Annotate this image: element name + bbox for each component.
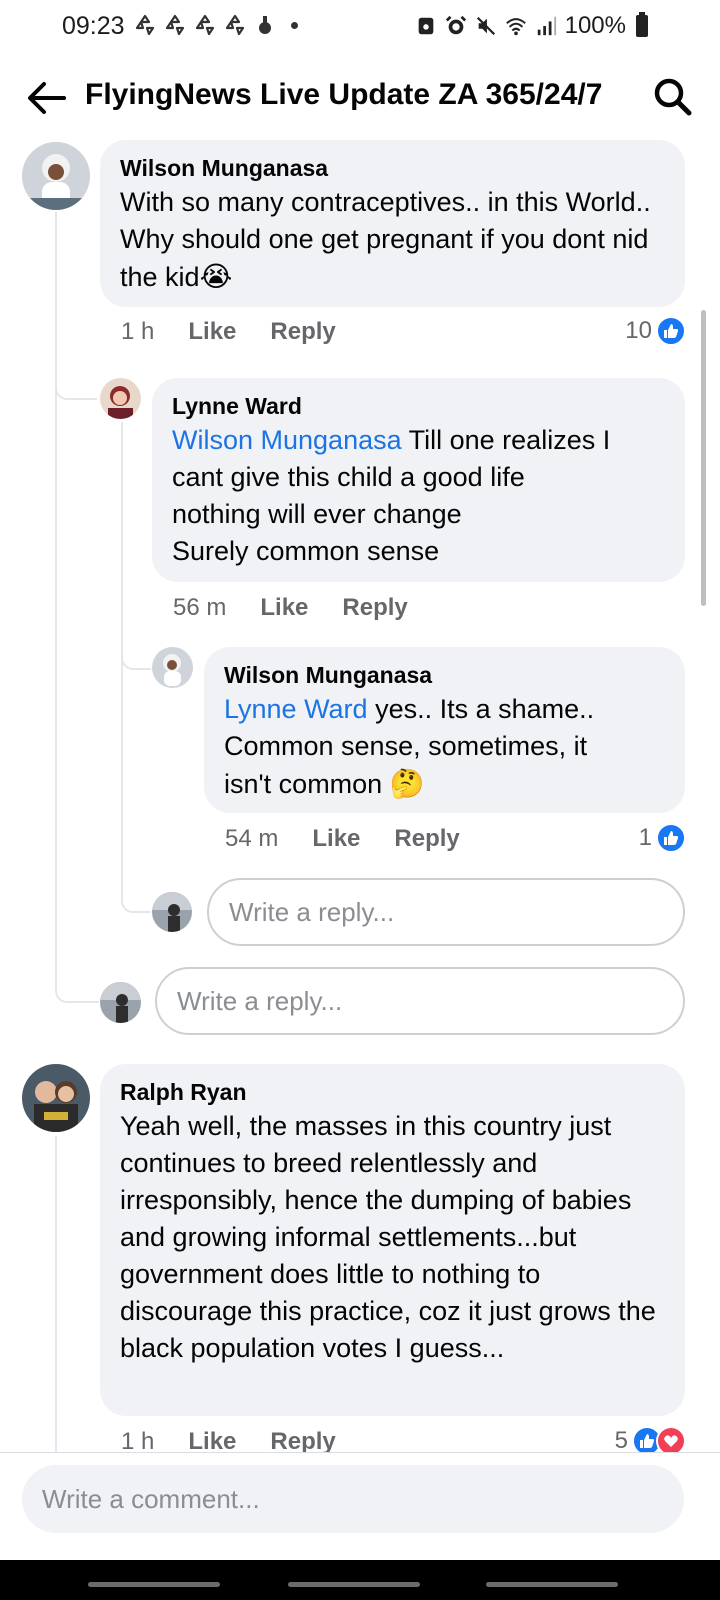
comment-text: With so many contraceptives.. in this Wo… — [120, 187, 651, 292]
status-bar: 09:23 100% — [0, 0, 720, 54]
reaction-count[interactable]: 1 — [639, 823, 686, 853]
comment-composer-bar: Write a comment... — [0, 1452, 720, 1560]
comment-author[interactable]: Wilson Munganasa — [224, 661, 665, 689]
comment-bubble: Wilson Munganasa Lynne Ward yes.. Its a … — [204, 647, 685, 813]
comment-time[interactable]: 56 m — [173, 594, 226, 622]
reply-placeholder: Write a reply... — [177, 985, 343, 1016]
comment-actions: 56 m Like Reply — [173, 594, 408, 622]
battery-icon — [636, 12, 648, 37]
reaction-number: 1 — [638, 824, 652, 851]
avatar[interactable] — [22, 142, 90, 210]
baby-photo-icon — [22, 142, 90, 210]
thumbs-up-icon — [656, 316, 686, 346]
comment-bubble: Lynne Ward Wilson Munganasa Till one rea… — [152, 378, 685, 582]
search-icon[interactable] — [652, 76, 692, 116]
comment-text: Wilson Munganasa Till one realizes I can… — [172, 425, 611, 566]
comment-time[interactable]: 54 m — [225, 825, 278, 853]
like-button[interactable]: Like — [188, 318, 236, 346]
heart-icon — [656, 1426, 686, 1452]
reaction-count[interactable]: 5 — [615, 1426, 686, 1452]
like-button[interactable]: Like — [260, 594, 308, 622]
back-arrow-icon[interactable] — [26, 78, 68, 118]
comment-bubble: Ralph Ryan Yeah well, the masses in this… — [100, 1064, 685, 1416]
saver-icon — [418, 17, 433, 35]
reaction-number: 10 — [625, 317, 652, 344]
comment-author[interactable]: Ralph Ryan — [120, 1078, 665, 1106]
couple-photo-icon — [22, 1064, 90, 1132]
thread-connector — [121, 880, 151, 913]
thread-connector — [55, 370, 97, 400]
current-user-avatar — [100, 982, 141, 1023]
thread-connector — [121, 640, 151, 670]
notification-icons — [133, 13, 298, 37]
current-user-avatar — [152, 892, 192, 932]
recycle-icon — [225, 14, 245, 36]
comment-text: Lynne Ward yes.. Its a shame.. Common se… — [224, 694, 595, 799]
comment-actions: 1 h Like Reply — [121, 318, 336, 346]
header-bar: FlyingNews Live Update ZA 365/24/7 — [0, 62, 720, 134]
user-photo-icon — [152, 892, 192, 932]
recents-button[interactable] — [88, 1582, 220, 1587]
thread-line — [55, 212, 57, 992]
avatar[interactable] — [100, 378, 141, 419]
app-icon — [259, 16, 271, 34]
thread-connector — [55, 970, 99, 1003]
recycle-icon — [165, 14, 185, 36]
thinking-emoji-icon: 🤔 — [389, 768, 425, 799]
mute-icon — [476, 16, 495, 36]
reaction-number: 5 — [614, 1427, 628, 1452]
comment-text: Yeah well, the masses in this country ju… — [120, 1111, 656, 1363]
reply-button[interactable]: Reply — [270, 1428, 335, 1452]
comment-feed: Wilson Munganasa With so many contracept… — [0, 140, 720, 1452]
reply-button[interactable]: Reply — [394, 825, 459, 853]
like-button[interactable]: Like — [312, 825, 360, 853]
wifi-icon — [505, 18, 526, 36]
crying-emoji-icon: 😭 — [199, 261, 233, 292]
user-photo-icon — [100, 982, 141, 1023]
system-nav-bar — [0, 1560, 720, 1600]
page-title: FlyingNews Live Update ZA 365/24/7 — [85, 78, 603, 111]
comment-actions: 1 h Like Reply — [121, 1428, 336, 1452]
baby-photo-icon — [152, 647, 193, 688]
status-time: 09:23 — [62, 12, 125, 40]
like-button[interactable]: Like — [188, 1428, 236, 1452]
thumbs-up-icon — [656, 823, 686, 853]
alarm-icon — [445, 15, 466, 35]
reply-input[interactable]: Write a reply... — [207, 878, 685, 946]
reply-placeholder: Write a reply... — [229, 896, 395, 927]
avatar[interactable] — [22, 1064, 90, 1132]
recycle-icon — [195, 14, 215, 36]
more-notifications-dot — [291, 21, 298, 29]
battery-percent: 100% — [564, 12, 626, 39]
avatar[interactable] — [152, 647, 193, 688]
comment-actions: 54 m Like Reply — [225, 825, 460, 853]
thread-line — [55, 1136, 57, 1452]
comment-author[interactable]: Lynne Ward — [172, 392, 665, 420]
comment-bubble: Wilson Munganasa With so many contracept… — [100, 140, 685, 307]
woman-photo-icon — [100, 378, 141, 419]
reaction-count[interactable]: 10 — [625, 316, 686, 346]
comment-time[interactable]: 1 h — [121, 1428, 154, 1452]
comment-time[interactable]: 1 h — [121, 318, 154, 346]
reply-input[interactable]: Write a reply... — [155, 967, 685, 1035]
recycle-icon — [135, 14, 155, 36]
comment-placeholder: Write a comment... — [42, 1483, 260, 1514]
reply-button[interactable]: Reply — [270, 318, 335, 346]
signal-icon — [537, 16, 556, 36]
comment-author[interactable]: Wilson Munganasa — [120, 154, 665, 182]
scrollbar[interactable] — [701, 310, 706, 606]
mention-link[interactable]: Wilson Munganasa — [172, 425, 402, 455]
comment-input[interactable]: Write a comment... — [22, 1465, 684, 1533]
mention-link[interactable]: Lynne Ward — [224, 694, 368, 724]
system-status: 100% — [415, 12, 648, 40]
reply-button[interactable]: Reply — [342, 594, 407, 622]
back-button[interactable] — [486, 1582, 618, 1587]
home-button[interactable] — [288, 1582, 420, 1587]
